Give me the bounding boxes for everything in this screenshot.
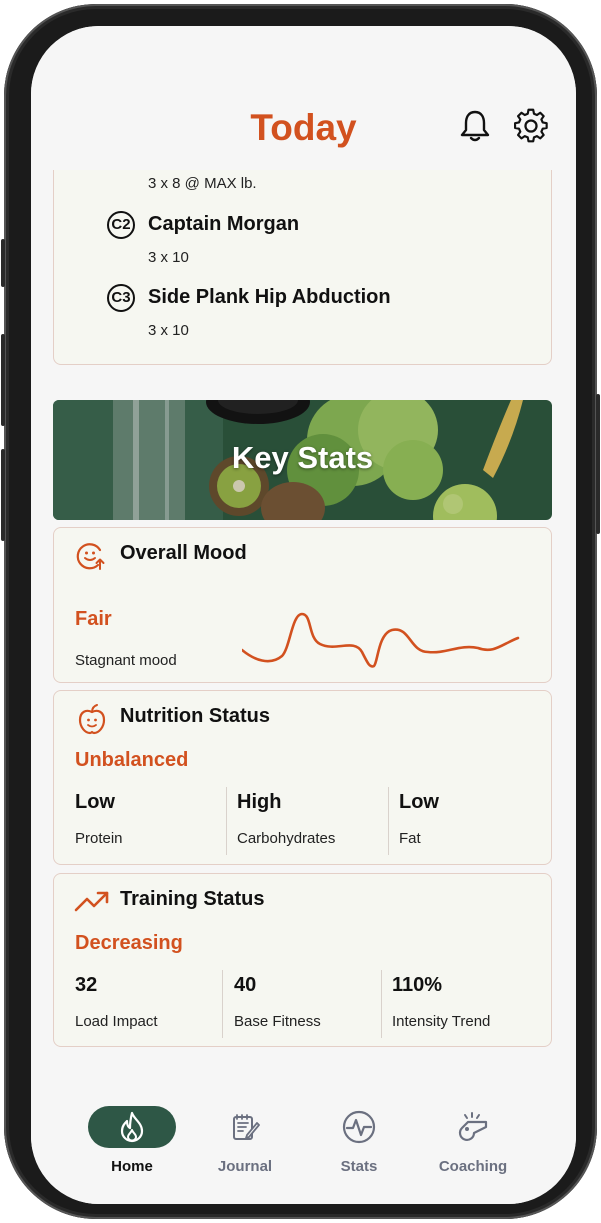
training-metric: 32 Load Impact	[75, 974, 158, 1030]
phone-frame: 3 x 8 @ MAX lb. C2 Captain Morgan 3 x 10…	[1, 4, 600, 1219]
training-card[interactable]: Training Status Decreasing 32 Load Impac…	[53, 873, 552, 1047]
trending-up-icon	[74, 891, 109, 912]
nav-stats[interactable]: Stats	[304, 1106, 414, 1175]
nutrition-title: Nutrition Status	[120, 705, 270, 727]
heartbeat-icon	[342, 1110, 376, 1144]
metric-label: Base Fitness	[234, 1013, 321, 1030]
smiley-up-icon	[76, 543, 105, 570]
scroll-content[interactable]: 3 x 8 @ MAX lb. C2 Captain Morgan 3 x 10…	[31, 170, 576, 1050]
divider	[222, 970, 223, 1038]
screen: 3 x 8 @ MAX lb. C2 Captain Morgan 3 x 10…	[31, 26, 576, 1204]
nutrition-metric: Low Protein	[75, 791, 123, 847]
nav-coaching[interactable]: Coaching	[418, 1106, 528, 1175]
exercise-name[interactable]: Side Plank Hip Abduction	[148, 286, 391, 309]
metric-value: 110%	[392, 974, 443, 996]
exercise-number-badge: C3	[107, 284, 135, 312]
metric-label: Protein	[75, 830, 123, 847]
exercise-name[interactable]: Captain Morgan	[148, 213, 299, 236]
exercise-detail: 3 x 8 @ MAX lb.	[148, 175, 257, 192]
metric-label: Load Impact	[75, 1013, 158, 1030]
bottom-nav: Home Journal Stats Coaching	[31, 1086, 576, 1204]
metric-label: Intensity Trend	[392, 1013, 491, 1030]
key-stats-banner: Key Stats	[53, 400, 552, 520]
workout-card[interactable]: 3 x 8 @ MAX lb. C2 Captain Morgan 3 x 10…	[53, 170, 552, 365]
nav-label: Stats	[340, 1158, 378, 1175]
app-header: Today	[31, 26, 576, 170]
whistle-icon	[458, 1112, 488, 1141]
training-metric: 40 Base Fitness	[234, 974, 321, 1030]
bell-icon[interactable]	[457, 108, 493, 144]
training-metric: 110% Intensity Trend	[392, 974, 490, 1030]
divider	[388, 787, 389, 855]
metric-label: Fat	[399, 830, 421, 847]
metric-label: Carbohydrates	[237, 830, 336, 847]
mood-status: Fair	[75, 608, 112, 630]
exercise-detail: 3 x 10	[148, 249, 189, 266]
journal-icon	[233, 1114, 260, 1140]
flame-icon	[120, 1111, 144, 1143]
metric-value: High	[237, 791, 282, 813]
training-status: Decreasing	[75, 932, 183, 954]
mood-trend-line	[242, 612, 520, 668]
nav-home[interactable]: Home	[77, 1106, 187, 1175]
metric-value: Low	[75, 791, 115, 813]
power-button	[596, 394, 600, 534]
nav-label: Home	[111, 1158, 153, 1175]
key-stats-title: Key Stats	[231, 440, 374, 475]
metric-value: 32	[75, 974, 98, 996]
nutrition-metric: High Carbohydrates	[237, 791, 335, 847]
volume-down-button	[1, 449, 5, 541]
divider	[381, 970, 382, 1038]
nav-label: Coaching	[438, 1158, 508, 1175]
metric-value: Low	[399, 791, 439, 813]
nutrition-metric: Low Fat	[399, 791, 439, 847]
nav-journal[interactable]: Journal	[190, 1106, 300, 1175]
volume-up-button	[1, 334, 5, 426]
mood-subtitle: Stagnant mood	[75, 652, 177, 669]
nutrition-card[interactable]: Nutrition Status Unbalanced Low Protein …	[53, 690, 552, 865]
divider	[226, 787, 227, 855]
page-title: Today	[250, 107, 357, 148]
metric-value: 40	[234, 974, 257, 996]
action-button	[1, 239, 5, 287]
apple-icon	[78, 704, 106, 735]
nav-label: Journal	[217, 1158, 273, 1175]
nutrition-status: Unbalanced	[75, 749, 189, 771]
exercise-number-badge: C2	[107, 211, 135, 239]
mood-title: Overall Mood	[120, 542, 247, 564]
exercise-detail: 3 x 10	[148, 322, 189, 339]
gear-icon[interactable]	[513, 108, 549, 144]
training-title: Training Status	[120, 888, 265, 910]
mood-card[interactable]: Overall Mood Fair Stagnant mood	[53, 527, 552, 683]
